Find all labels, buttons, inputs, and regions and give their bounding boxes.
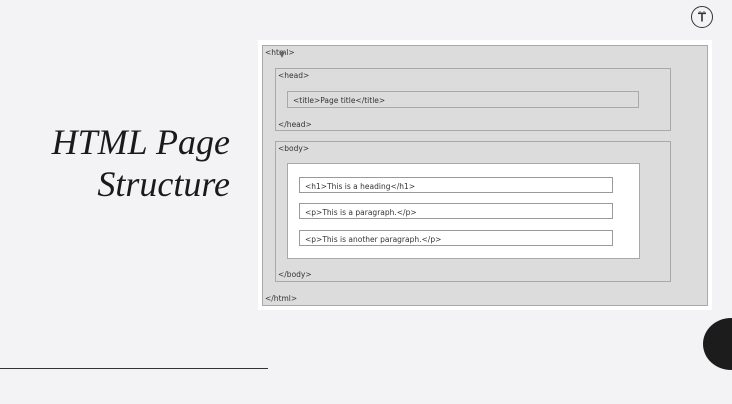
title-element-box: <title>Page title</title>	[287, 91, 639, 108]
h1-element-box: <h1>This is a heading</h1>	[299, 177, 613, 193]
side-navigation-dot[interactable]	[703, 318, 732, 370]
cursor-icon	[279, 52, 285, 58]
p-element-label-2: <p>This is another paragraph.</p>	[305, 234, 442, 244]
html-close-tag: </html>	[265, 294, 298, 303]
head-open-tag: <head>	[278, 71, 310, 80]
title-underline	[0, 368, 268, 369]
slide-title-line-2: Structure	[97, 164, 230, 204]
slide-title-line-1: HTML Page	[51, 122, 230, 162]
p-element-box-2: <p>This is another paragraph.</p>	[299, 230, 613, 246]
p-element-label-1: <p>This is a paragraph.</p>	[305, 207, 417, 217]
body-open-tag: <body>	[278, 144, 310, 153]
text-tool-icon	[698, 11, 706, 22]
head-close-tag: </head>	[278, 120, 312, 129]
html-structure-diagram: <html> <head> <title>Page title</title> …	[258, 40, 712, 310]
body-close-tag: </body>	[278, 270, 312, 279]
h1-element-label: <h1>This is a heading</h1>	[305, 181, 416, 191]
text-tool-button[interactable]	[691, 6, 713, 28]
p-element-box-1: <p>This is a paragraph.</p>	[299, 203, 613, 219]
title-element-label: <title>Page title</title>	[293, 95, 386, 105]
slide-title: HTML Page Structure	[52, 121, 230, 205]
